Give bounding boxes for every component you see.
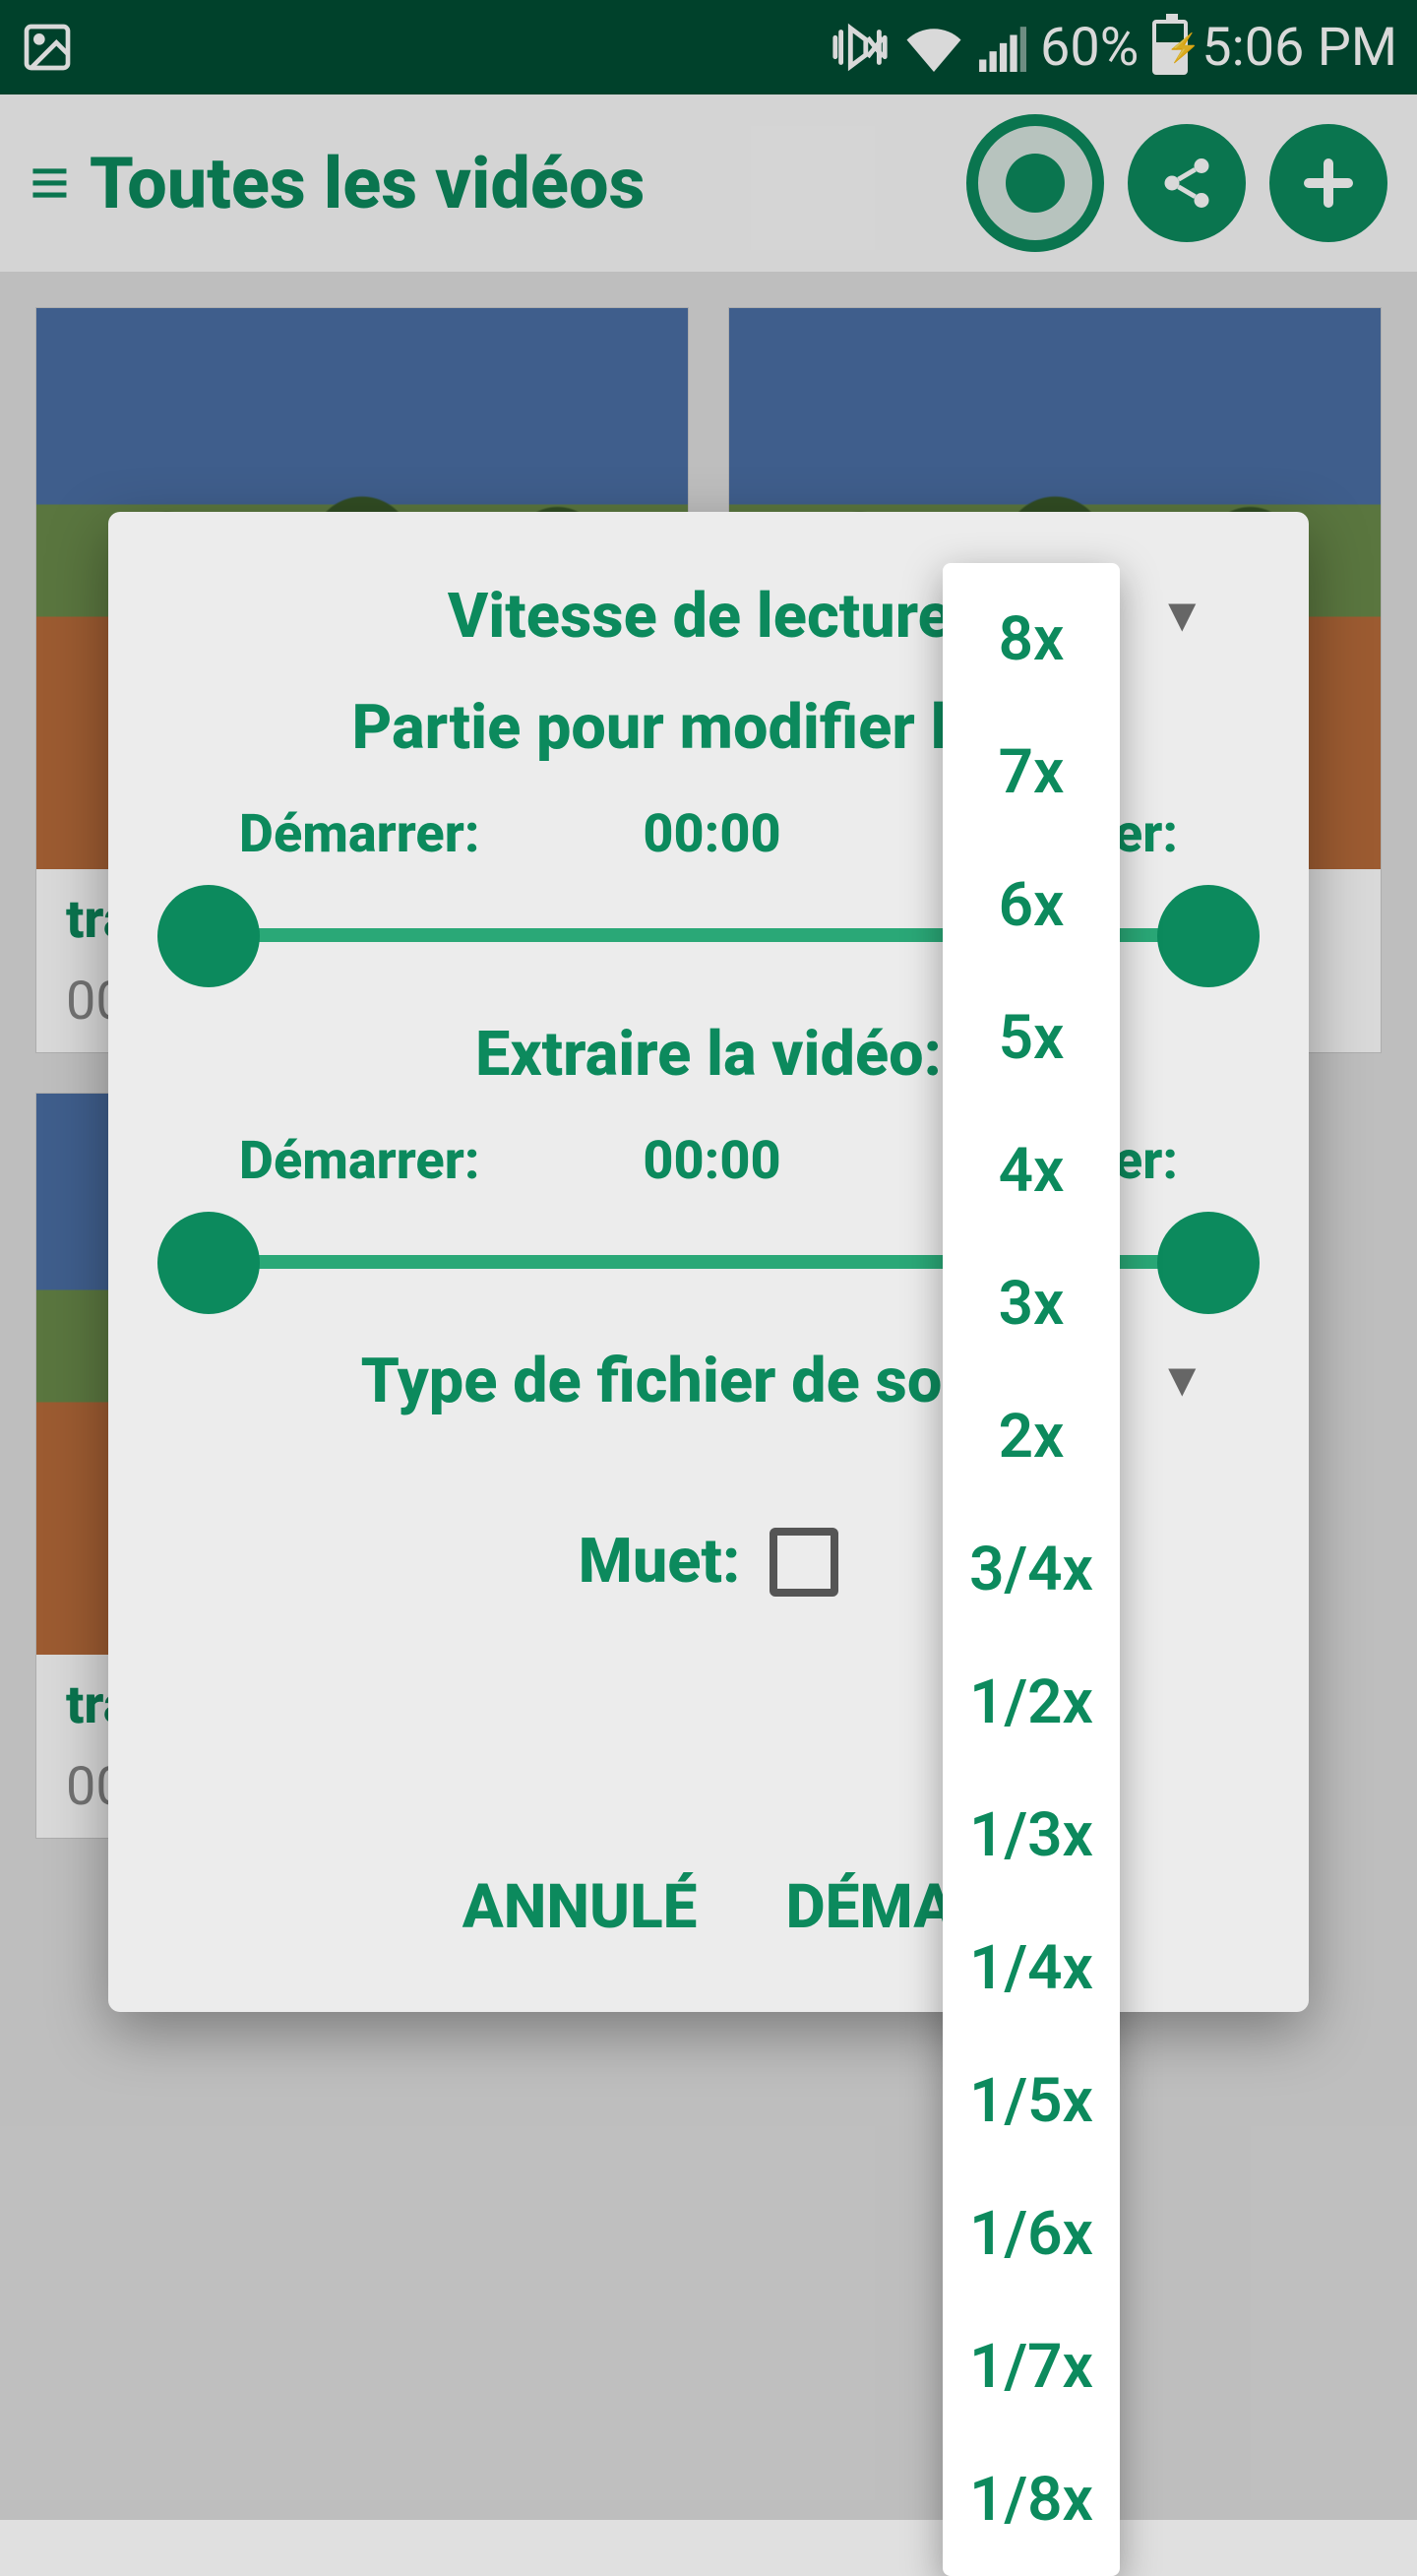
- mute-label: Muet:: [579, 1526, 741, 1598]
- slider-end-thumb[interactable]: [1157, 885, 1260, 987]
- speed-option[interactable]: 6x: [943, 839, 1120, 972]
- slider-start-thumb[interactable]: [157, 885, 260, 987]
- speed-option[interactable]: 8x: [943, 573, 1120, 706]
- speed-option[interactable]: 1/2x: [943, 1636, 1120, 1769]
- speed-option[interactable]: 7x: [943, 706, 1120, 839]
- chevron-down-icon[interactable]: ▼: [1158, 1351, 1205, 1408]
- slider-end-thumb[interactable]: [1157, 1212, 1260, 1314]
- start-button[interactable]: DÉMA: [785, 1871, 955, 1943]
- speed-option[interactable]: 2x: [943, 1370, 1120, 1503]
- speed-option[interactable]: 3/4x: [943, 1503, 1120, 1636]
- speed-option[interactable]: 1/8x: [943, 2433, 1120, 2566]
- speed-option[interactable]: 1/7x: [943, 2300, 1120, 2433]
- cancel-button[interactable]: ANNULÉ: [462, 1871, 698, 1943]
- speed-option[interactable]: 1/5x: [943, 2035, 1120, 2168]
- start-label: Démarrer:: [239, 803, 480, 865]
- export-dialog: Vitesse de lecture: ▼ Partie pour modifi…: [108, 512, 1309, 2012]
- chevron-down-icon[interactable]: ▼: [1158, 587, 1205, 643]
- slider-start-thumb[interactable]: [157, 1212, 260, 1314]
- start-time-value: 00:00: [643, 803, 780, 865]
- speed-dropdown-menu: 8x 7x 6x 5x 4x 3x 2x 3/4x 1/2x 1/3x 1/4x…: [943, 563, 1120, 2576]
- mute-checkbox[interactable]: [770, 1528, 838, 1597]
- start-label: Démarrer:: [239, 1130, 480, 1192]
- speed-option[interactable]: 3x: [943, 1237, 1120, 1370]
- speed-option[interactable]: 5x: [943, 972, 1120, 1104]
- speed-option[interactable]: 1/3x: [943, 1769, 1120, 1902]
- start-time-value: 00:00: [643, 1130, 780, 1192]
- speed-option[interactable]: 1/4x: [943, 1902, 1120, 2035]
- speed-option[interactable]: 4x: [943, 1104, 1120, 1237]
- speed-option[interactable]: 1/6x: [943, 2168, 1120, 2300]
